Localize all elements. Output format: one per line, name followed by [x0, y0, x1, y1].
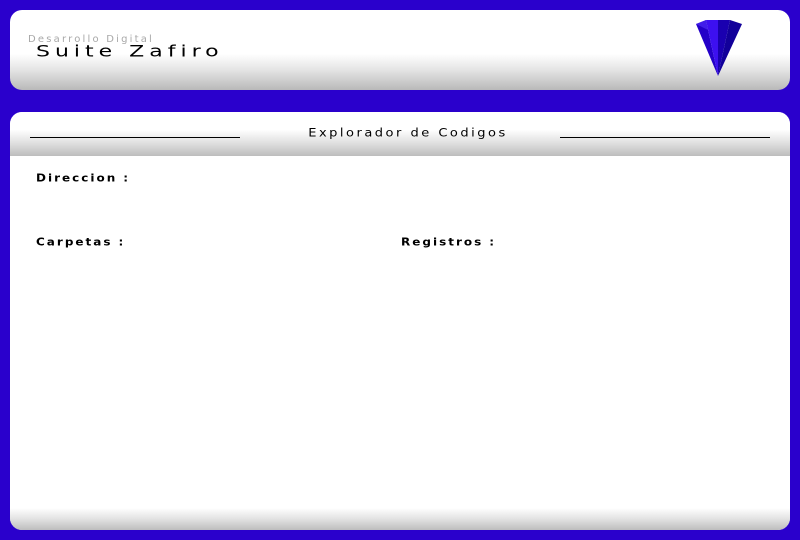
panel-footer — [10, 508, 790, 530]
panel-title: Explorador de Codigos — [308, 127, 508, 140]
registros-label: Registros: — [401, 236, 497, 248]
app-title: Suite Zafiro — [36, 43, 224, 61]
app-header: Desarrollo Digital Suite Zafiro — [10, 10, 790, 90]
carpetas-label: Carpetas: — [36, 236, 126, 248]
direccion-label: Direccion: — [36, 172, 131, 184]
title-rule-left — [30, 137, 240, 138]
title-rule-right — [560, 137, 770, 138]
code-explorer-panel: Explorador de Codigos Direccion: Carpeta… — [10, 112, 790, 530]
sapphire-gem-icon — [696, 20, 742, 76]
